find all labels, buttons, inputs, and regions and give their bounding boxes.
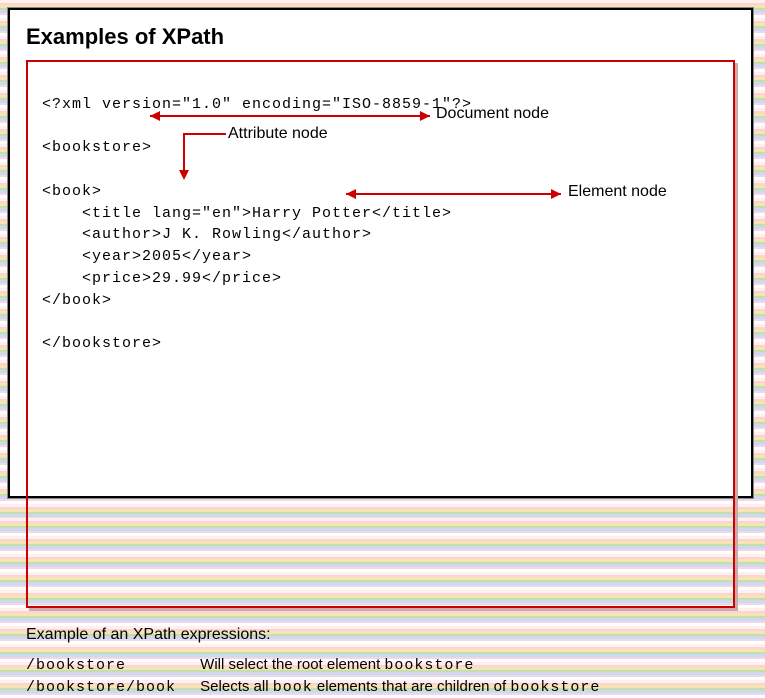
example-row-1: /bookstore Will select the root element …: [26, 654, 735, 676]
code-line: <book>: [42, 183, 102, 200]
arrow-document-node: [150, 110, 440, 122]
expr-code: /bookstore/book: [26, 677, 196, 698]
code-line: <bookstore>: [42, 139, 152, 156]
code-line: <title lang="en">Harry Potter</title>: [42, 205, 452, 222]
annotation-document-node: Document node: [436, 102, 549, 125]
arrow-attribute-node: [176, 132, 236, 182]
code-line: <author>J K. Rowling</author>: [42, 226, 372, 243]
expr-code-inline: bookstore: [384, 657, 474, 674]
expr-desc: Will select the root element: [200, 656, 384, 673]
page-title: Examples of XPath: [26, 24, 735, 50]
example-row-2: /bookstore/book Selects all book element…: [26, 676, 735, 698]
expr-code-inline: bookstore: [510, 679, 600, 696]
annotation-attribute-node: Attribute node: [228, 122, 328, 145]
arrow-element-node: [346, 188, 571, 200]
code-line: </book>: [42, 292, 112, 309]
slide: Examples of XPath <?xml version="1.0" en…: [8, 8, 753, 498]
expr-code-inline: book: [273, 679, 313, 696]
code-line: <price>29.99</price>: [42, 270, 282, 287]
xml-code-block: <?xml version="1.0" encoding="ISO-8859-1…: [26, 60, 735, 608]
subheading: Example of an XPath expressions:: [26, 626, 735, 644]
expr-desc: Selects all: [200, 678, 273, 695]
code-line: <year>2005</year>: [42, 248, 252, 265]
expr-desc: elements that are children of: [313, 678, 511, 695]
annotation-element-node: Element node: [568, 180, 667, 203]
code-line: </bookstore>: [42, 335, 162, 352]
expr-code: /bookstore: [26, 655, 196, 676]
